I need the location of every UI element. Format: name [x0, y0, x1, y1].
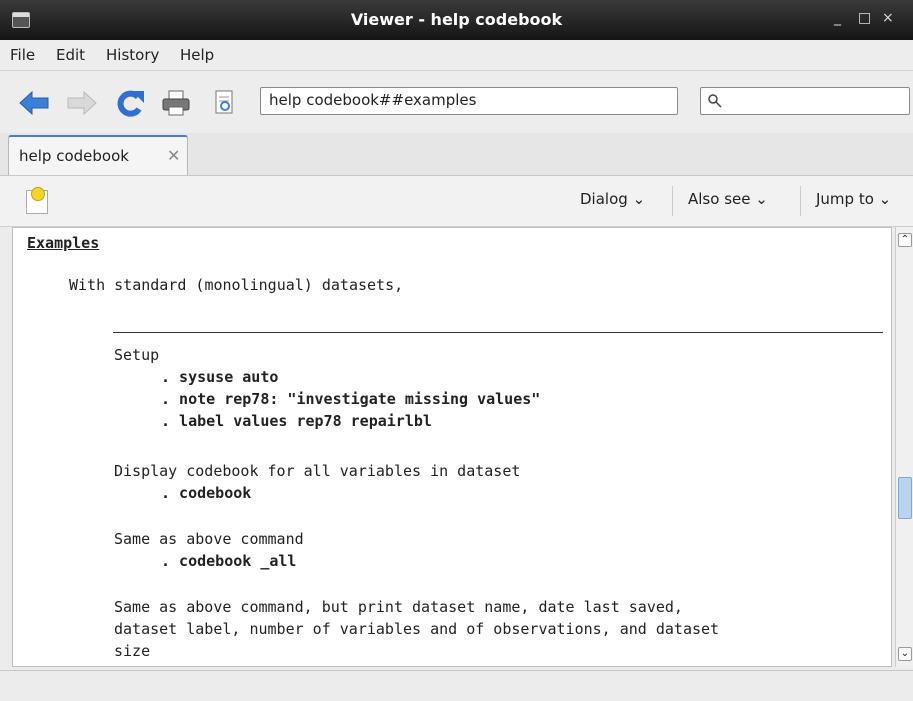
- maximize-button[interactable]: □: [858, 10, 871, 26]
- command-line[interactable]: . codebook: [161, 482, 251, 504]
- separator: [800, 186, 801, 216]
- examples-heading[interactable]: Examples: [27, 232, 99, 254]
- scroll-down-icon[interactable]: ⌄: [898, 647, 912, 661]
- command-line[interactable]: . codebook _all: [161, 550, 296, 572]
- jump-to-label: Jump to: [816, 190, 874, 208]
- reload-icon[interactable]: [114, 89, 146, 117]
- help-content: Examples With standard (monolingual) dat…: [12, 227, 892, 667]
- setup-label: Setup: [114, 346, 160, 364]
- chevron-down-icon: ⌄: [878, 190, 892, 208]
- minimize-button[interactable]: _: [834, 10, 841, 26]
- print-icon[interactable]: [160, 89, 192, 117]
- dialog-label: Dialog: [580, 190, 628, 208]
- command-line[interactable]: . label values rep78 repairlbl: [161, 410, 432, 432]
- separator: [672, 186, 673, 216]
- intro-text: With standard (monolingual) datasets,: [69, 276, 404, 294]
- menu-file[interactable]: File: [10, 46, 35, 64]
- chevron-down-icon: ⌄: [755, 190, 768, 208]
- address-input[interactable]: help codebook##examples: [260, 87, 678, 115]
- scroll-up-icon[interactable]: ⌃: [898, 233, 912, 247]
- toolbar: help codebook##examples: [0, 71, 913, 133]
- tab-label: help codebook: [19, 147, 129, 165]
- find-document-icon[interactable]: [208, 89, 240, 117]
- status-bar: [0, 670, 913, 701]
- chevron-down-icon: ⌄: [632, 190, 646, 208]
- also-see-dropdown[interactable]: Also see ⌄: [688, 190, 768, 208]
- viewer-toolbar: Dialog ⌄ Also see ⌄ Jump to ⌄: [0, 176, 913, 227]
- title-bar: Viewer - help codebook _ □ ×: [0, 0, 913, 40]
- jump-to-dropdown[interactable]: Jump to ⌄: [816, 190, 891, 208]
- window-title: Viewer - help codebook: [350, 10, 563, 29]
- search-input[interactable]: [700, 87, 910, 115]
- example-description: Same as above command, but print dataset…: [114, 598, 683, 616]
- scrollbar-thumb[interactable]: [898, 477, 912, 519]
- also-see-label: Also see: [688, 190, 751, 208]
- example-description: size: [114, 642, 151, 660]
- back-arrow-icon[interactable]: [18, 89, 50, 117]
- close-window-button[interactable]: ×: [882, 10, 894, 26]
- forward-arrow-icon[interactable]: [66, 89, 98, 117]
- new-note-icon[interactable]: [26, 187, 48, 214]
- dialog-dropdown[interactable]: Dialog ⌄: [580, 190, 645, 208]
- close-tab-icon[interactable]: ✕: [167, 146, 180, 165]
- example-description: Same as above command: [114, 530, 304, 548]
- command-line[interactable]: . sysuse auto: [161, 366, 278, 388]
- menu-edit[interactable]: Edit: [56, 46, 85, 64]
- command-line[interactable]: . note rep78: "investigate missing value…: [161, 388, 540, 410]
- vertical-scrollbar[interactable]: ⌃ ⌄: [895, 227, 913, 667]
- menu-help[interactable]: Help: [180, 46, 214, 64]
- example-description: Display codebook for all variables in da…: [114, 462, 521, 480]
- tab-bar: help codebook ✕: [0, 133, 913, 176]
- example-description: dataset label, number of variables and o…: [114, 620, 720, 638]
- menu-bar: File Edit History Help: [0, 40, 913, 71]
- divider: [113, 332, 883, 333]
- search-icon: [708, 94, 722, 108]
- menu-history[interactable]: History: [106, 46, 159, 64]
- tab-help-codebook[interactable]: help codebook ✕: [8, 135, 188, 175]
